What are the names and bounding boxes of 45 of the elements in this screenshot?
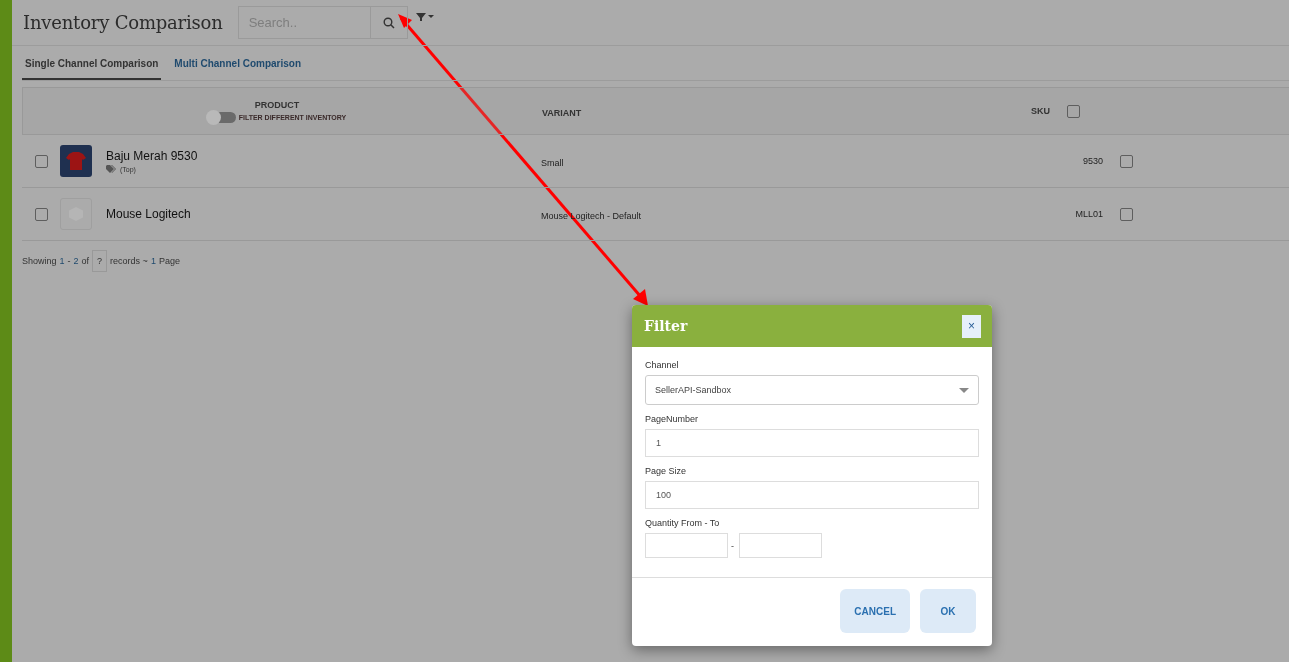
- product-name[interactable]: Mouse Logitech: [106, 207, 191, 221]
- caret-icon: [959, 387, 969, 393]
- record-range-start: 1: [59, 256, 65, 266]
- checkbox[interactable]: [1067, 104, 1080, 118]
- search-icon: [382, 16, 395, 29]
- toggle-switch[interactable]: [207, 111, 236, 123]
- field-label: Channel: [645, 360, 680, 370]
- channel-dropdown[interactable]: SellerAPI-Sandbox: [645, 375, 979, 405]
- table-cell: Small: [541, 158, 564, 168]
- column-header: SKU: [1031, 106, 1050, 116]
- checkbox[interactable]: [34, 207, 48, 221]
- footer-text: -: [67, 256, 71, 266]
- checkbox[interactable]: [1120, 207, 1133, 221]
- input-field[interactable]: [645, 533, 728, 558]
- close-button[interactable]: ×: [962, 314, 981, 338]
- column-header: VARIANT: [542, 108, 582, 118]
- table-cell: 9530: [1082, 156, 1103, 166]
- footer-text: records ~: [110, 256, 148, 266]
- tab[interactable]: Single Channel Comparison: [22, 46, 162, 80]
- product-name[interactable]: Baju Merah 9530: [106, 149, 198, 163]
- input-field[interactable]: 100: [645, 481, 979, 509]
- dialog-button[interactable]: CANCEL: [840, 589, 910, 633]
- field-label: PageNumber: [645, 414, 700, 424]
- input-field[interactable]: [739, 533, 822, 558]
- checkbox[interactable]: [1120, 154, 1133, 168]
- record-range-end: 2: [73, 256, 79, 266]
- field-label: Page Size: [645, 466, 688, 476]
- table-cell: MLL01: [1075, 209, 1103, 219]
- checkbox[interactable]: [34, 154, 48, 168]
- footer-text: Page: [158, 256, 180, 266]
- field-label: Quantity From - To: [645, 518, 721, 528]
- product-thumbnail: [60, 145, 92, 177]
- range-separator: -: [731, 540, 735, 551]
- filter-dropdown-icon[interactable]: [415, 12, 434, 21]
- record-total: ?: [92, 250, 108, 272]
- tag-icon: [106, 165, 117, 173]
- column-header: PRODUCT: [254, 99, 300, 110]
- tab[interactable]: Multi Channel Comparison: [171, 46, 305, 80]
- footer-text: Showing: [22, 256, 57, 266]
- input-field[interactable]: 1: [645, 429, 979, 457]
- page-title: Inventory Comparison: [23, 12, 223, 33]
- dialog-button[interactable]: OK: [920, 589, 976, 633]
- footer-text: of: [81, 256, 90, 266]
- page-count: 1: [150, 256, 156, 266]
- dialog-title: Filter: [644, 318, 688, 334]
